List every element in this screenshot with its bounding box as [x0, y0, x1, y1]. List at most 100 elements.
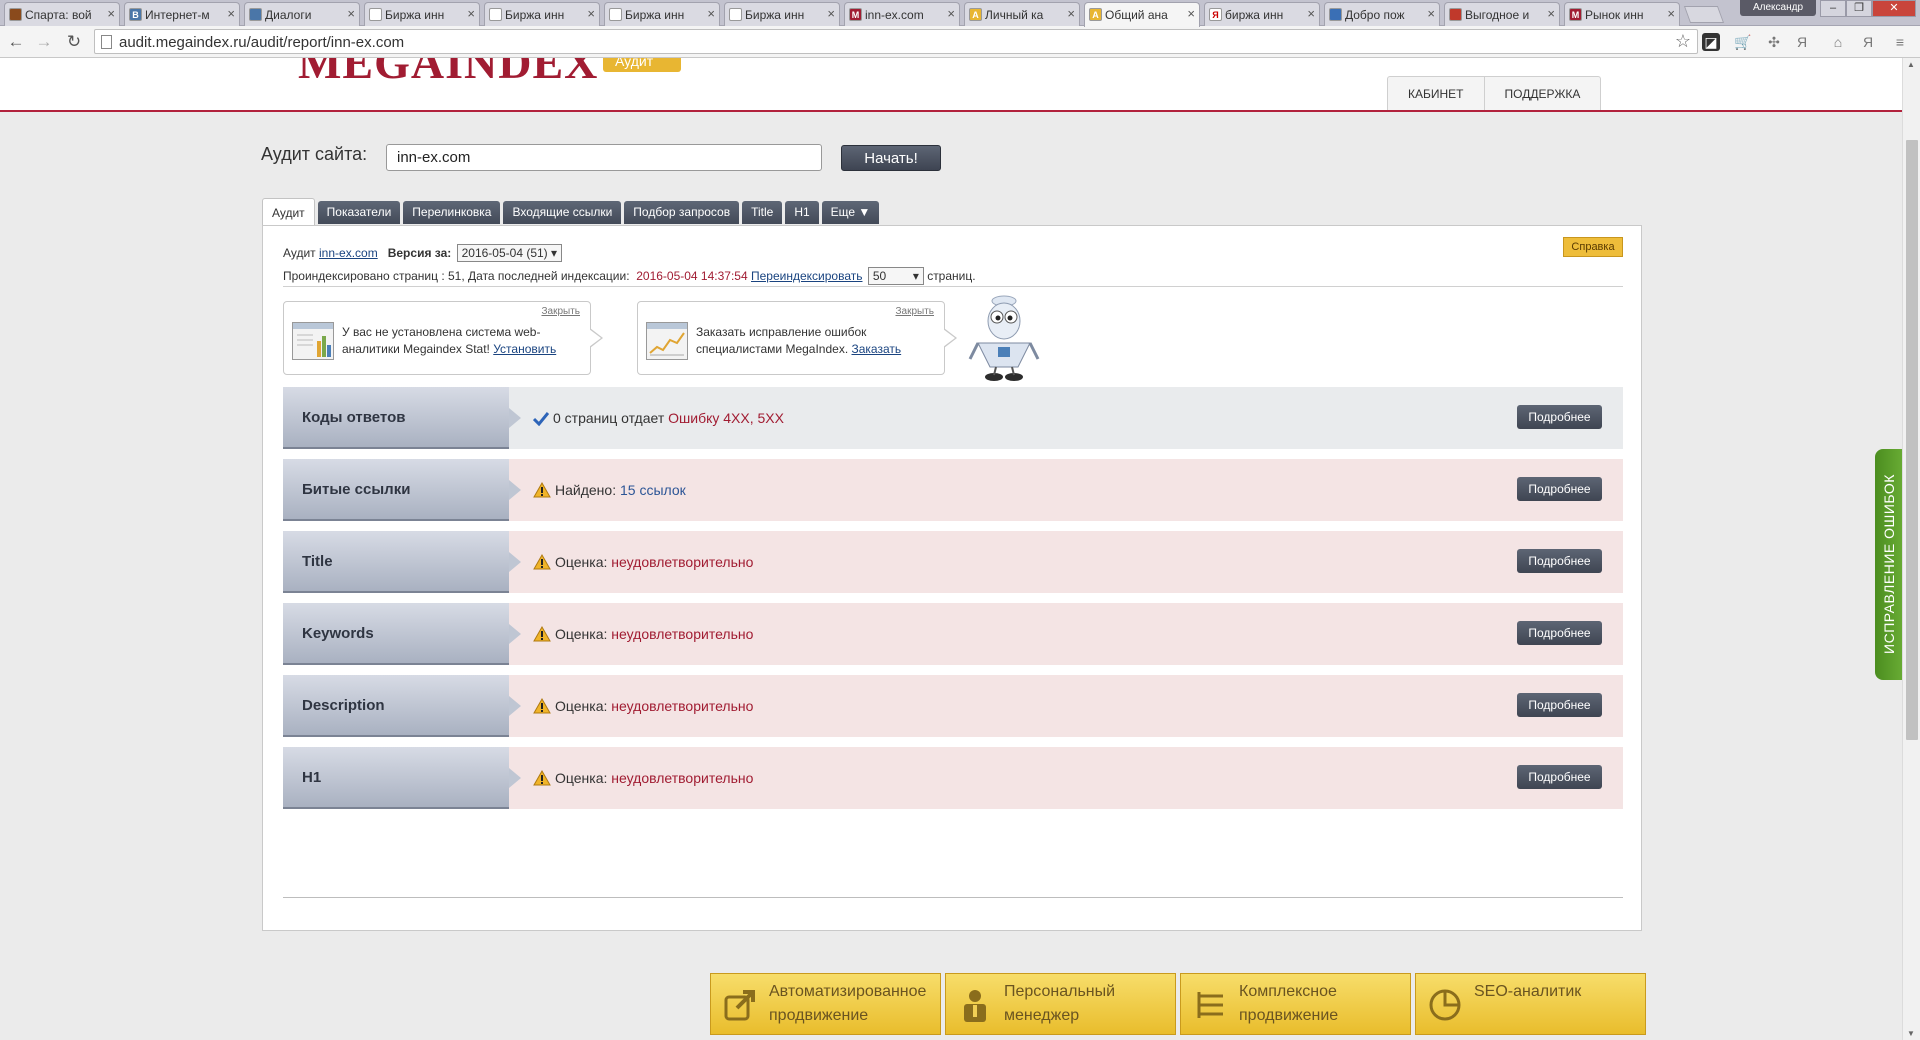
tab-more[interactable]: Еще ▼	[821, 201, 880, 224]
tab-close-icon[interactable]: ×	[1067, 6, 1075, 21]
menu-icon[interactable]: ≡	[1890, 32, 1910, 52]
tab-metrics[interactable]: Показатели	[317, 201, 401, 224]
cart-icon[interactable]: 🛒	[1733, 32, 1753, 52]
scroll-down-icon[interactable]: ▼	[1907, 1029, 1915, 1038]
version-select[interactable]: 2016-05-04 (51) ▾	[456, 244, 563, 262]
browser-tab[interactable]: Добро пож ×	[1324, 2, 1440, 26]
site-url-input[interactable]	[386, 144, 822, 171]
tab-close-icon[interactable]: ×	[1427, 6, 1435, 21]
nav-cabinet[interactable]: КАБИНЕТ	[1388, 77, 1485, 110]
check-row: Битые ссылки Найдено: 15 ссылок Подробнее	[283, 459, 1623, 521]
tab-audit[interactable]: Аудит	[262, 198, 315, 226]
tab-linking[interactable]: Перелинковка	[403, 201, 501, 224]
browser-tab[interactable]: Спарта: вой ×	[4, 2, 120, 26]
vertical-scrollbar[interactable]: ▲ ▼	[1902, 58, 1920, 1040]
tab-close-icon[interactable]: ×	[707, 6, 715, 21]
check-label: H1	[283, 747, 521, 809]
status-value[interactable]: 15 ссылок	[620, 482, 686, 498]
install-link[interactable]: Установить	[493, 342, 556, 356]
tab-title: Биржа инн	[505, 8, 565, 22]
reindex-link[interactable]: Переиндексировать	[751, 269, 863, 283]
promo-fix-errors: Закрыть Заказать исправление ошибок спец…	[637, 301, 957, 375]
tab-title[interactable]: Title	[742, 201, 783, 224]
address-bar[interactable]: audit.megaindex.ru/audit/report/inn-ex.c…	[94, 29, 1698, 54]
details-button[interactable]: Подробнее	[1517, 693, 1602, 717]
tab-close-icon[interactable]: ×	[467, 6, 475, 21]
bird-icon[interactable]: ✣	[1764, 32, 1784, 52]
tab-h1[interactable]: H1	[785, 201, 819, 224]
browser-tab[interactable]: Биржа инн ×	[724, 2, 840, 26]
promo-close-link[interactable]: Закрыть	[541, 306, 580, 317]
start-button[interactable]: Начать!	[841, 145, 941, 171]
home-icon[interactable]: ⌂	[1828, 32, 1848, 52]
check-label: Битые ссылки	[283, 459, 521, 521]
tab-close-icon[interactable]: ×	[1187, 6, 1195, 21]
reload-icon[interactable]: ↻	[62, 31, 86, 53]
pages-select[interactable]: 50 ▾	[867, 267, 924, 285]
profile-button[interactable]: Александр	[1740, 0, 1816, 16]
bookmark-star-icon[interactable]: ☆	[1675, 31, 1691, 52]
tab-close-icon[interactable]: ×	[1307, 6, 1315, 21]
tab-close-icon[interactable]: ×	[587, 6, 595, 21]
tab-close-icon[interactable]: ×	[1547, 6, 1555, 21]
tab-query-selection[interactable]: Подбор запросов	[624, 201, 740, 224]
browser-tab[interactable]: M Рынок инн ×	[1564, 2, 1680, 26]
fix-errors-side-tab[interactable]: ИСПРАВЛЕНИЕ ОШИБОК	[1875, 449, 1902, 680]
browser-tab[interactable]: В Интернет-м ×	[124, 2, 240, 26]
yandex-bar-icon[interactable]: Я	[1858, 32, 1878, 52]
warning-icon	[533, 625, 551, 645]
forward-icon[interactable]: →	[32, 31, 56, 53]
details-button[interactable]: Подробнее	[1517, 765, 1602, 789]
favicon-icon: M	[1569, 8, 1582, 21]
check-label: Коды ответов	[283, 387, 521, 449]
browser-tab[interactable]: Биржа инн ×	[484, 2, 600, 26]
browser-tab[interactable]: A Общий ана ×	[1084, 2, 1200, 27]
tab-close-icon[interactable]: ×	[947, 6, 955, 21]
browser-tab[interactable]: Диалоги ×	[244, 2, 360, 26]
check-status: Оценка: неудовлетворительно	[533, 697, 753, 717]
tab-close-icon[interactable]: ×	[107, 6, 115, 21]
browser-tab[interactable]: Выгодное и ×	[1444, 2, 1560, 26]
extension-icon[interactable]: ◪	[1702, 33, 1720, 51]
details-button[interactable]: Подробнее	[1517, 477, 1602, 501]
details-button[interactable]: Подробнее	[1517, 549, 1602, 573]
promo-text: Заказать исправление ошибок специалистам…	[696, 324, 926, 358]
check-label: Keywords	[283, 603, 521, 665]
scroll-up-icon[interactable]: ▲	[1907, 60, 1915, 69]
yandex-icon[interactable]: Я	[1792, 32, 1812, 52]
details-button[interactable]: Подробнее	[1517, 621, 1602, 645]
window-close-icon[interactable]: ✕	[1872, 0, 1916, 17]
help-button[interactable]: Справка	[1563, 237, 1623, 257]
browser-tab[interactable]: A Личный ка ×	[964, 2, 1080, 26]
domain-link[interactable]: inn-ex.com	[319, 246, 378, 260]
feature-seo-analyst[interactable]: SEO-аналитик	[1415, 973, 1646, 1035]
browser-tab[interactable]: Ябиржа инн ×	[1204, 2, 1320, 26]
new-tab-button[interactable]	[1683, 6, 1725, 23]
promo-close-link[interactable]: Закрыть	[895, 306, 934, 317]
back-icon[interactable]: ←	[4, 31, 28, 53]
browser-tab[interactable]: Биржа инн ×	[364, 2, 480, 26]
site-logo[interactable]: MEGAINDEX	[298, 58, 598, 89]
tab-title: Биржа инн	[745, 8, 805, 22]
favicon-icon: M	[849, 8, 862, 21]
details-button[interactable]: Подробнее	[1517, 405, 1602, 429]
tab-close-icon[interactable]: ×	[827, 6, 835, 21]
nav-support[interactable]: ПОДДЕРЖКА	[1485, 77, 1601, 110]
tab-incoming-links[interactable]: Входящие ссылки	[503, 201, 622, 224]
feature-automated-promotion[interactable]: Автоматизированное продвижение	[710, 973, 941, 1035]
order-link[interactable]: Заказать	[852, 342, 902, 356]
tab-close-icon[interactable]: ×	[347, 6, 355, 21]
tab-title: inn-ex.com	[865, 8, 924, 22]
maximize-icon[interactable]: ❐	[1846, 0, 1872, 17]
scrollbar-thumb[interactable]	[1906, 140, 1918, 740]
tab-close-icon[interactable]: ×	[227, 6, 235, 21]
feature-personal-manager[interactable]: Персональный менеджер	[945, 973, 1176, 1035]
tab-close-icon[interactable]: ×	[1667, 6, 1675, 21]
browser-tab[interactable]: Биржа инн ×	[604, 2, 720, 26]
status-prefix: Оценка:	[555, 554, 608, 570]
browser-tab[interactable]: Minn-ex.com ×	[844, 2, 960, 26]
minimize-icon[interactable]: –	[1820, 0, 1846, 17]
audit-meta: Аудит inn-ex.com Версия за: 2016-05-04 (…	[283, 244, 563, 262]
feature-complex-promotion[interactable]: Комплексное продвижение	[1180, 973, 1411, 1035]
divider	[283, 897, 1623, 898]
